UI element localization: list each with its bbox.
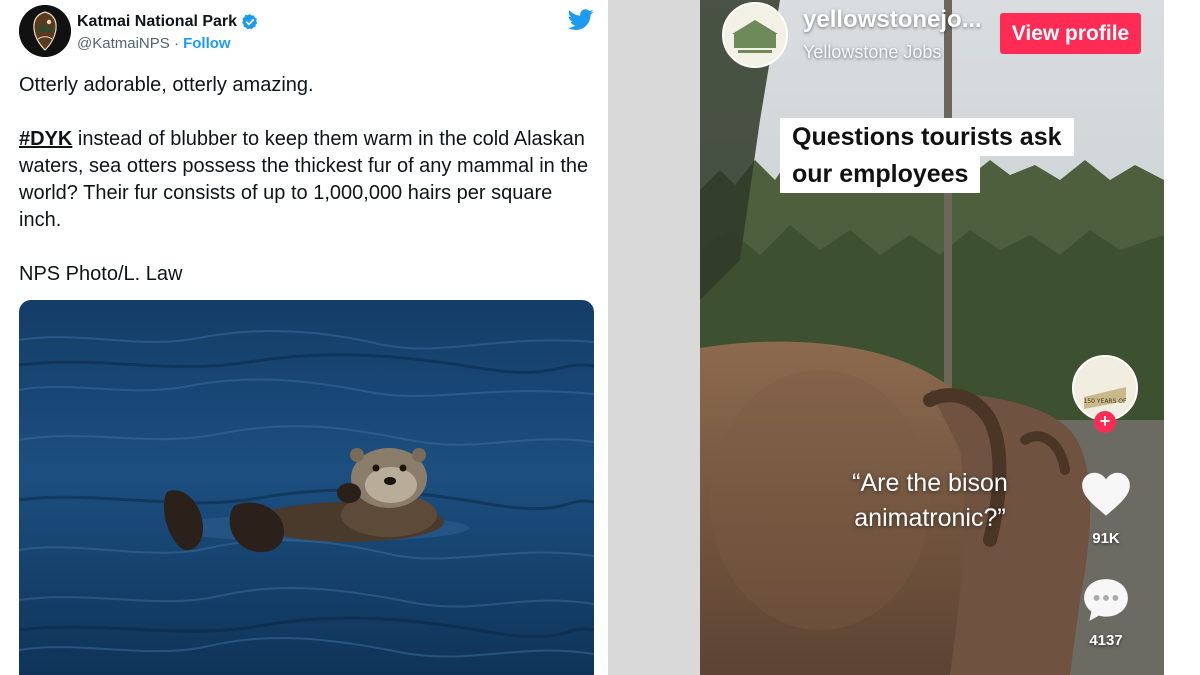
tweet-photo-sea-otter[interactable] bbox=[19, 300, 594, 675]
account-avatar[interactable] bbox=[19, 5, 71, 57]
follow-plus-button[interactable]: + bbox=[1094, 411, 1116, 433]
account-handle-row: @KatmaiNPS · Follow bbox=[77, 35, 231, 52]
panel-gap bbox=[608, 0, 700, 675]
like-count: 91K bbox=[1092, 530, 1120, 547]
comment-icon[interactable] bbox=[1080, 575, 1132, 625]
bison-video-frame bbox=[700, 0, 1164, 675]
tweet-paragraph: #DYK instead of blubber to keep them war… bbox=[19, 126, 599, 234]
video-quote: “Are the bison animatronic?” bbox=[830, 466, 1030, 536]
profile-avatar[interactable] bbox=[722, 2, 788, 68]
username[interactable]: yellowstonejo... bbox=[803, 6, 982, 34]
creator-badge-text: 150 YEARS OF bbox=[1084, 398, 1128, 405]
verified-badge-icon bbox=[242, 14, 258, 30]
quote-line-1: “Are the bison bbox=[852, 469, 1008, 497]
tweet-text: Otterly adorable, otterly amazing. #DYK … bbox=[19, 72, 599, 288]
tiktok-video-card[interactable]: yellowstonejo... Yellowstone Jobs View p… bbox=[700, 0, 1164, 675]
tweet-paragraph-text: instead of blubber to keep them warm in … bbox=[19, 128, 589, 231]
account-name-text: Katmai National Park bbox=[77, 13, 238, 30]
twitter-bird-icon[interactable] bbox=[568, 9, 594, 31]
account-handle[interactable]: @KatmaiNPS bbox=[77, 35, 170, 52]
heart-icon[interactable] bbox=[1080, 470, 1132, 518]
caption-line-1: Questions tourists ask bbox=[780, 118, 1074, 156]
caption-line-2: our employees bbox=[780, 155, 981, 193]
tweet-card: Katmai National Park @KatmaiNPS · Follow… bbox=[0, 0, 609, 675]
comment-count: 4137 bbox=[1089, 632, 1123, 649]
view-profile-button[interactable]: View profile bbox=[1000, 13, 1141, 54]
tweet-line-1: Otterly adorable, otterly amazing. bbox=[19, 74, 314, 96]
tweet-header: Katmai National Park @KatmaiNPS · Follow bbox=[19, 5, 594, 61]
right-margin bbox=[1164, 0, 1200, 675]
video-caption: Questions tourists ask our employees bbox=[780, 118, 1074, 193]
yellowstone-jobs-logo-icon bbox=[724, 4, 786, 66]
photo-credit: NPS Photo/L. Law bbox=[19, 263, 183, 285]
hashtag-dyk-link[interactable]: #DYK bbox=[19, 128, 72, 150]
separator-dot: · bbox=[173, 35, 179, 52]
follow-button[interactable]: Follow bbox=[183, 35, 231, 52]
creator-badge-icon: 150 YEARS OF bbox=[1074, 357, 1136, 419]
quote-line-2: animatronic?” bbox=[854, 504, 1006, 532]
display-name: Yellowstone Jobs bbox=[803, 42, 942, 62]
account-name[interactable]: Katmai National Park bbox=[77, 13, 259, 31]
sea-otter-photo bbox=[19, 300, 594, 675]
nps-arrowhead-logo-icon bbox=[19, 5, 71, 57]
